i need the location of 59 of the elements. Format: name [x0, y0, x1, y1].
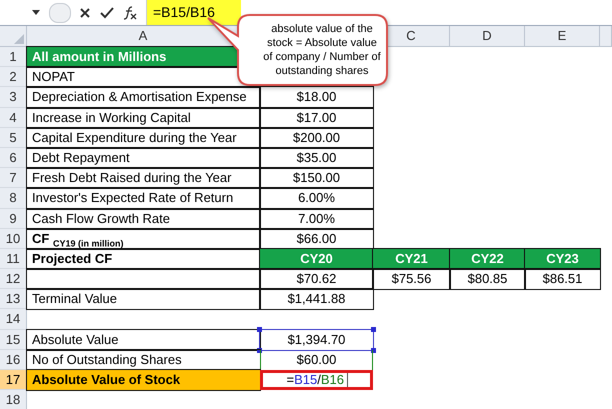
row-header[interactable]: 9	[0, 208, 27, 229]
row-header[interactable]: 13	[0, 289, 27, 310]
row-header[interactable]: 7	[0, 168, 27, 188]
row-header[interactable]: 2	[0, 67, 27, 88]
table-cell: $86.51	[525, 269, 600, 290]
dropdown-arrow-icon[interactable]	[32, 10, 40, 16]
row-header[interactable]: 14	[0, 309, 27, 330]
row-header[interactable]: 12	[0, 269, 27, 290]
table-cell: $60.00	[260, 350, 373, 370]
row-header[interactable]: 10	[0, 228, 27, 249]
row-header[interactable]: 6	[0, 148, 27, 168]
table-cell: Capital Expenditure during the Year	[27, 128, 260, 148]
table-cell: $75.56	[373, 269, 450, 290]
row-header[interactable]: 18	[0, 390, 27, 409]
table-cell: $200.00	[260, 128, 373, 148]
table-cell: 6.00%	[260, 188, 373, 208]
column-header[interactable]: D	[450, 26, 525, 47]
row-header[interactable]: 3	[0, 87, 27, 108]
row-header[interactable]: 8	[0, 188, 27, 208]
table-cell: Cash Flow Growth Rate	[27, 208, 260, 229]
insert-function-icon[interactable]	[123, 6, 137, 20]
table-cell: $80.85	[450, 269, 525, 290]
row-header[interactable]: 11	[0, 248, 27, 270]
table-cell: 7.00%	[260, 208, 373, 229]
enter-check-icon[interactable]	[100, 6, 114, 18]
table-cell: CY20	[260, 248, 373, 270]
table-cell: No of Outstanding Shares	[27, 350, 260, 370]
table-cell: Terminal Value	[27, 289, 260, 310]
table-cell: CY23	[525, 248, 600, 270]
table-cell: $17.00	[260, 108, 373, 128]
row-header[interactable]: 1	[0, 47, 27, 68]
row-header[interactable]: 15	[0, 330, 27, 350]
row-header[interactable]: 4	[0, 108, 27, 128]
table-cell: Debt Repayment	[27, 148, 260, 168]
table-cell: $1,394.70	[260, 330, 373, 350]
table-cell: $18.00	[260, 87, 373, 108]
table-cell: Investor's Expected Rate of Return	[27, 188, 260, 208]
table-cell: Increase in Working Capital	[27, 108, 260, 128]
table-cell: $70.62	[260, 269, 373, 290]
formula-field[interactable]: =B15/B16	[146, 0, 612, 25]
table-cell: CY22	[450, 248, 525, 270]
table-cell: $150.00	[260, 168, 373, 188]
table-cell: $1,441.88	[260, 289, 373, 310]
table-cell: $35.00	[260, 148, 373, 168]
table-cell: $66.00	[260, 228, 373, 249]
row-header[interactable]: 17	[0, 370, 27, 390]
table-cell: CY21	[373, 248, 450, 270]
column-header[interactable]: E	[525, 26, 600, 47]
table-cell: Absolute Value	[27, 330, 260, 350]
row-header[interactable]: 5	[0, 128, 27, 148]
table-cell: Projected CF	[27, 248, 260, 270]
table-cell: =B15/B16	[260, 370, 373, 390]
formula-bar-grip	[49, 2, 71, 22]
table-cell: Depreciation & Amortisation Expense	[27, 87, 260, 108]
table-cell: Absolute Value of Stock	[27, 370, 260, 390]
row-header[interactable]: 16	[0, 350, 27, 370]
cancel-icon[interactable]	[79, 6, 91, 18]
table-cell: CF $_{CY19 (in million)}$	[27, 228, 260, 249]
table-cell: Fresh Debt Raised during the Year	[27, 168, 260, 188]
